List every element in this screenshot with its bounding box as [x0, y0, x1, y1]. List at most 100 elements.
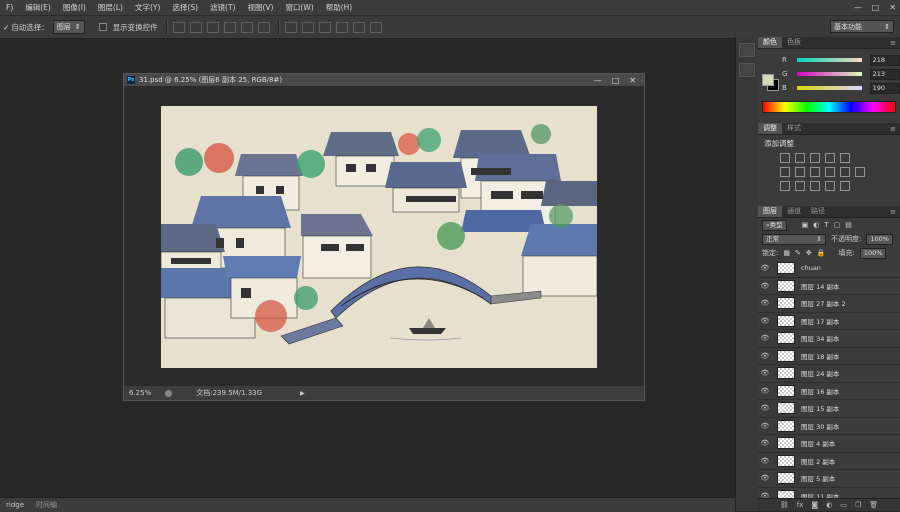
menu-type[interactable]: 文字(Y): [129, 2, 166, 13]
align-bottom-icon[interactable]: [206, 21, 219, 33]
brightness-icon[interactable]: [780, 153, 790, 163]
zoom-level[interactable]: 6.25%: [129, 389, 151, 397]
doc-close-button[interactable]: ✕: [629, 76, 636, 85]
channel-mixer-icon[interactable]: [840, 167, 850, 177]
lock-all-icon[interactable]: 🔒: [817, 249, 826, 257]
tab-layers[interactable]: 图层: [758, 206, 782, 217]
eye-icon[interactable]: 👁: [758, 264, 772, 272]
blue-value-field[interactable]: 190: [869, 82, 900, 94]
layer-row[interactable]: 👁 图层 14 副本: [758, 278, 900, 295]
distribute-left-icon[interactable]: [335, 21, 348, 33]
vibrance-icon[interactable]: [840, 153, 850, 163]
show-transform-checkbox[interactable]: [98, 23, 107, 31]
layer-row[interactable]: 👁 图层 17 副本: [758, 313, 900, 330]
layer-row[interactable]: 👁 图层 16 副本: [758, 383, 900, 400]
filter-smart-icon[interactable]: ▤: [845, 221, 852, 229]
tab-bridge[interactable]: ridge: [0, 501, 30, 509]
maximize-button[interactable]: □: [872, 3, 880, 12]
history-icon[interactable]: [739, 43, 755, 57]
blend-mode-dropdown[interactable]: 正常 ⇕: [762, 233, 826, 245]
menu-layer[interactable]: 图层(L): [92, 2, 129, 13]
document-titlebar[interactable]: Ps 31.psd @ 6.25% (图层6 副本 25, RGB/8#) — …: [124, 74, 644, 87]
eye-icon[interactable]: 👁: [758, 474, 772, 482]
tool-presets-icon[interactable]: [739, 63, 755, 77]
red-slider[interactable]: [797, 58, 862, 62]
tab-channels[interactable]: 通道: [782, 206, 806, 217]
menu-filter[interactable]: 滤镜(T): [204, 2, 241, 13]
color-lookup-icon[interactable]: [855, 167, 865, 177]
exposure-icon[interactable]: [825, 153, 835, 163]
tab-styles[interactable]: 样式: [782, 123, 806, 134]
distribute-top-icon[interactable]: [284, 21, 297, 33]
filter-shape-icon[interactable]: ▢: [834, 221, 841, 229]
canvas-area[interactable]: [124, 87, 644, 385]
play-arrow-icon[interactable]: ▶: [300, 390, 305, 397]
hue-saturation-icon[interactable]: [780, 167, 790, 177]
eye-icon[interactable]: 👁: [758, 439, 772, 447]
foreground-swatch[interactable]: [762, 74, 774, 86]
menu-select[interactable]: 选择(S): [166, 2, 204, 13]
fx-icon[interactable]: fx: [797, 501, 804, 509]
eye-icon[interactable]: 👁: [758, 317, 772, 325]
lock-pixels-icon[interactable]: ✎: [795, 249, 801, 257]
tab-swatches[interactable]: 色板: [782, 37, 806, 48]
distribute-middle-icon[interactable]: [301, 21, 314, 33]
menu-edit[interactable]: 编辑(E): [19, 2, 57, 13]
layer-row[interactable]: 👁 chuan: [758, 260, 900, 278]
panel-menu-icon[interactable]: ≡: [890, 125, 896, 133]
distribute-bottom-icon[interactable]: [318, 21, 331, 33]
align-center-icon[interactable]: [240, 21, 253, 33]
align-top-icon[interactable]: [172, 21, 185, 33]
status-icon[interactable]: [165, 389, 173, 397]
layer-row[interactable]: 👁 图层 30 副本: [758, 418, 900, 435]
eye-icon[interactable]: 👁: [758, 457, 772, 465]
tab-paths[interactable]: 路径: [806, 206, 830, 217]
trash-icon[interactable]: 🗑: [869, 501, 878, 509]
curves-icon[interactable]: [810, 153, 820, 163]
filter-adjust-icon[interactable]: ◐: [813, 221, 819, 229]
fill-field[interactable]: 100%: [859, 247, 887, 259]
photo-filter-icon[interactable]: [825, 167, 835, 177]
layer-row[interactable]: 👁 图层 15 副本: [758, 400, 900, 418]
layer-row[interactable]: 👁 图层 24 副本: [758, 365, 900, 383]
eye-icon[interactable]: 👁: [758, 369, 772, 377]
menu-view[interactable]: 视图(V): [241, 2, 279, 13]
tab-adjustments[interactable]: 调整: [758, 123, 782, 134]
eye-icon[interactable]: 👁: [758, 282, 772, 290]
mask-icon[interactable]: ◙: [811, 501, 818, 509]
lock-position-icon[interactable]: ✥: [806, 249, 812, 257]
menu-file[interactable]: F): [0, 3, 19, 12]
doc-minimize-button[interactable]: —: [594, 76, 602, 85]
align-middle-icon[interactable]: [189, 21, 202, 33]
filter-pixel-icon[interactable]: ▣: [802, 221, 809, 229]
align-right-icon[interactable]: [257, 21, 270, 33]
layer-filter-dropdown[interactable]: ⌕ 类型: [762, 219, 787, 231]
green-value-field[interactable]: 213: [869, 68, 900, 80]
distribute-right-icon[interactable]: [369, 21, 382, 33]
eye-icon[interactable]: 👁: [758, 422, 772, 430]
invert-icon[interactable]: [780, 181, 790, 191]
gradient-map-icon[interactable]: [840, 181, 850, 191]
eye-icon[interactable]: 👁: [758, 299, 772, 307]
layer-row[interactable]: 👁 图层 34 副本: [758, 330, 900, 348]
green-slider[interactable]: [797, 72, 862, 76]
folder-icon[interactable]: ▭: [840, 501, 847, 509]
layer-row[interactable]: 👁 图层 2 副本: [758, 453, 900, 470]
tab-color[interactable]: 颜色: [758, 37, 782, 48]
menu-window[interactable]: 窗口(W): [279, 2, 319, 13]
menu-image[interactable]: 图像(I): [57, 2, 92, 13]
eye-icon[interactable]: 👁: [758, 404, 772, 412]
auto-select-dropdown[interactable]: 图层 ⇕: [52, 20, 85, 34]
lock-transparent-icon[interactable]: ▦: [783, 249, 790, 257]
menu-help[interactable]: 帮助(H): [320, 2, 359, 13]
layer-row[interactable]: 👁 图层 18 副本: [758, 348, 900, 365]
close-button[interactable]: ✕: [889, 3, 896, 12]
color-spectrum[interactable]: [762, 101, 896, 113]
black-white-icon[interactable]: [810, 167, 820, 177]
blue-slider[interactable]: [797, 86, 862, 90]
posterize-icon[interactable]: [795, 181, 805, 191]
eye-icon[interactable]: 👁: [758, 387, 772, 395]
link-icon[interactable]: ⛓: [780, 501, 789, 509]
red-value-field[interactable]: 218: [869, 54, 900, 66]
minimize-button[interactable]: —: [854, 3, 862, 12]
